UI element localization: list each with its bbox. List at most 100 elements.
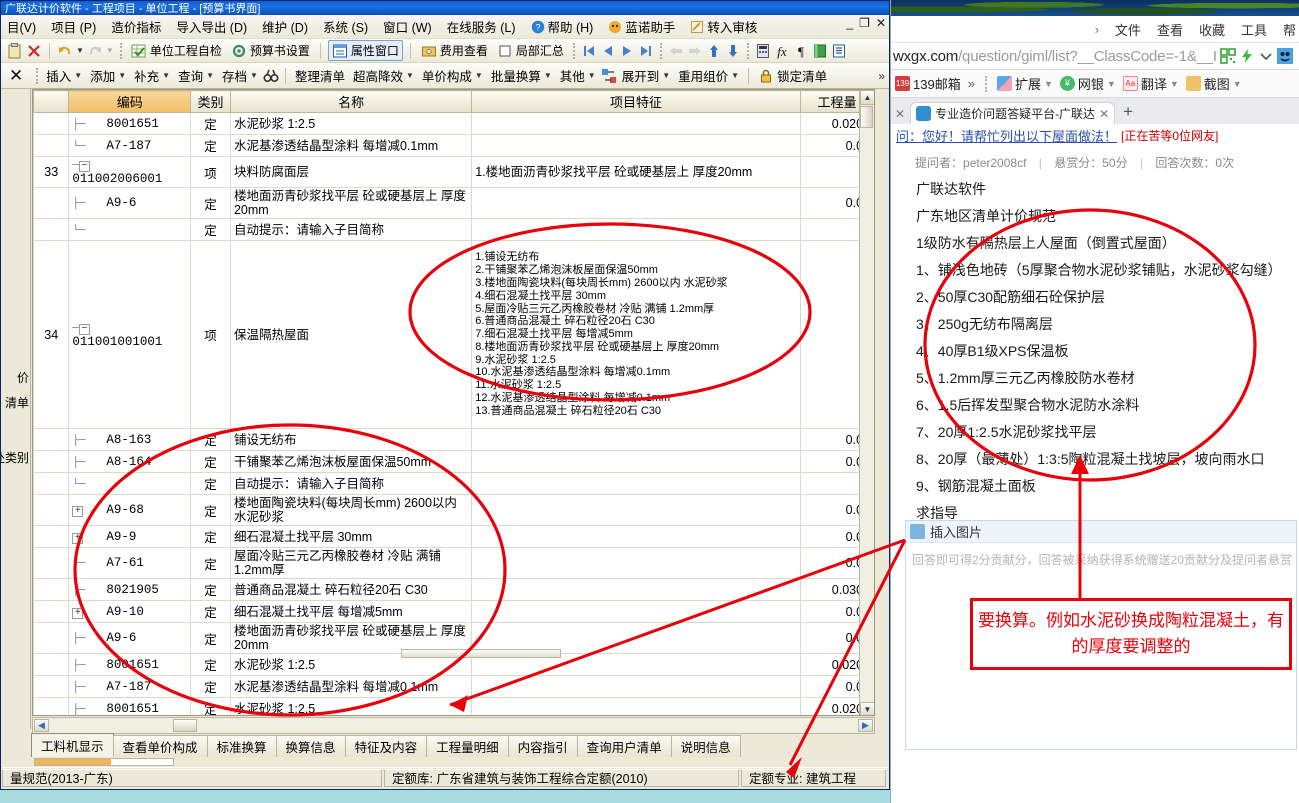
- menu-item-system[interactable]: 系统 (S): [321, 15, 370, 38]
- toolbar-archive[interactable]: 存档▼: [219, 65, 261, 86]
- sidebar-fragment-list[interactable]: 清单: [5, 394, 29, 411]
- chevron-down-icon[interactable]: ▼: [662, 71, 670, 80]
- toolbar-query[interactable]: 查询▼: [175, 65, 217, 86]
- bottom-tab[interactable]: 换算信息: [276, 735, 346, 757]
- cell-feature[interactable]: [472, 548, 801, 579]
- chevron-down-icon[interactable]: [1258, 48, 1274, 64]
- cell-feature[interactable]: [472, 579, 801, 601]
- chevron-down-icon[interactable]: ▼: [250, 71, 258, 80]
- move-left-icon[interactable]: [668, 43, 684, 59]
- cell-code[interactable]: +A9-68: [69, 495, 191, 526]
- scroll-up-icon[interactable]: ▲: [860, 90, 875, 105]
- toolbar-properties-window[interactable]: 属性窗口: [328, 40, 403, 61]
- browser-menu-tools[interactable]: 工具: [1241, 20, 1267, 39]
- insert-image-label[interactable]: 插入图片: [930, 522, 982, 541]
- bookmark-139mail[interactable]: 139 139邮箱: [895, 74, 961, 93]
- collapse-toggle-icon[interactable]: −: [79, 324, 90, 335]
- scroll-right-icon[interactable]: ▶: [858, 719, 873, 732]
- tab-close-left-icon[interactable]: ✕: [893, 107, 908, 124]
- move-up-icon[interactable]: [706, 43, 722, 59]
- table-row[interactable]: ├─8001651定水泥砂浆 1:2.50.0202: [34, 698, 874, 717]
- chevron-right-icon[interactable]: ›: [1095, 22, 1099, 37]
- menu-item-lannuo-assistant[interactable]: 蓝诺助手: [606, 15, 677, 38]
- function-icon[interactable]: fx: [774, 43, 790, 59]
- cell-name[interactable]: 屋面冷贴三元乙丙橡胶卷材 冷贴 满铺 1.2mm厚: [230, 548, 471, 579]
- first-record-icon[interactable]: [581, 43, 597, 59]
- menu-item-window[interactable]: 窗口 (W): [381, 15, 434, 38]
- menu-item-transfer-review[interactable]: 转入审核: [688, 15, 759, 38]
- report-icon[interactable]: [831, 43, 847, 59]
- book-icon[interactable]: [812, 43, 828, 59]
- bookmark-bank[interactable]: ¥ 网银 ▼: [1060, 74, 1116, 93]
- cell-code[interactable]: ├─A7-61: [69, 548, 191, 579]
- chevron-down-icon[interactable]: ▼: [118, 71, 126, 80]
- cell-name[interactable]: 水泥砂浆 1:2.5: [230, 113, 471, 135]
- bookmark-extension[interactable]: 扩展 ▼: [997, 74, 1053, 93]
- scroll-down-icon[interactable]: ▼: [860, 702, 875, 716]
- table-row[interactable]: +A9-9定细石混凝土找平层 30mm0.01: [34, 526, 874, 548]
- table-row[interactable]: 34─−011001001001项保温隔热屋面1.铺设无纺布 2.干铺聚苯乙烯泡…: [34, 241, 874, 429]
- new-tab-button[interactable]: +: [1117, 102, 1139, 124]
- cell-code[interactable]: ├─8001651: [69, 113, 191, 135]
- redo-icon[interactable]: [87, 43, 103, 59]
- menu-item-maintenance[interactable]: 维护 (D): [260, 15, 310, 38]
- table-row[interactable]: ├─A8-164定干铺聚苯乙烯泡沫板屋面保温50mm0.01: [34, 451, 874, 473]
- chevron-down-icon[interactable]: ▼: [1233, 79, 1242, 89]
- cell-name[interactable]: 水泥基渗透结晶型涂料 每增减0.1mm: [230, 135, 471, 157]
- cell-name[interactable]: 普通商品混凝土 碎石粒径20石 C30: [230, 579, 471, 601]
- toolbar-add[interactable]: 添加▼: [87, 65, 129, 86]
- expand-toggle-icon[interactable]: +: [72, 506, 83, 517]
- cell-name[interactable]: 楼地面沥青砂浆找平层 砼或硬基层上 厚度20mm: [230, 188, 471, 219]
- col-rownum[interactable]: [34, 91, 69, 113]
- undo-dropdown-icon[interactable]: ▼: [76, 46, 84, 55]
- toolbar-organize-list[interactable]: 整理清单: [292, 65, 348, 86]
- bottom-tab[interactable]: 内容指引: [508, 735, 578, 757]
- cell-feature[interactable]: [472, 698, 801, 717]
- delete-icon[interactable]: [26, 43, 42, 59]
- cell-name[interactable]: 细石混凝土找平层 每增减5mm: [230, 601, 471, 623]
- calculator-icon[interactable]: [755, 43, 771, 59]
- menu-item-cost-index[interactable]: 造价指标: [109, 15, 163, 38]
- chevron-down-icon[interactable]: ▼: [475, 71, 483, 80]
- question-title[interactable]: 问：您好！请帮忙列出以下屋面做法！: [896, 126, 1117, 145]
- grid-vertical-scrollbar[interactable]: ▲ ▼: [859, 90, 874, 716]
- col-feature[interactable]: 项目特征: [472, 91, 801, 113]
- bookmark-screenshot[interactable]: 截图 ▼: [1186, 74, 1242, 93]
- cell-code[interactable]: └─: [69, 219, 191, 241]
- scroll-thumb-h[interactable]: [173, 719, 197, 732]
- move-down-icon[interactable]: [725, 43, 741, 59]
- cell-name[interactable]: 水泥基渗透结晶型涂料 每增减0.1mm: [230, 676, 471, 698]
- cell-name[interactable]: 细石混凝土找平层 30mm: [230, 526, 471, 548]
- toolbar-local-summary[interactable]: 局部汇总: [494, 41, 567, 60]
- cell-feature[interactable]: [472, 219, 801, 241]
- cell-feature[interactable]: [472, 676, 801, 698]
- cell-name[interactable]: 保温隔热屋面: [230, 241, 471, 429]
- cell-code[interactable]: ├─A7-187: [69, 676, 191, 698]
- splitter-grip[interactable]: [401, 649, 561, 658]
- chevron-down-icon[interactable]: ▼: [206, 71, 214, 80]
- cell-feature[interactable]: [472, 113, 801, 135]
- minimize-button[interactable]: _: [846, 16, 853, 30]
- sidebar-fragment-price[interactable]: 价: [17, 369, 29, 386]
- bookmarks-overflow-icon[interactable]: »: [968, 76, 975, 91]
- cell-code[interactable]: ├─A9-6: [69, 188, 191, 219]
- cell-feature[interactable]: [472, 451, 801, 473]
- expand-toggle-icon[interactable]: +: [72, 608, 83, 619]
- cell-name[interactable]: 铺设无纺布: [230, 429, 471, 451]
- browser-address-bar[interactable]: wxgx.com/question/giml/list?__ClassCode=…: [891, 42, 1299, 70]
- table-row[interactable]: +A9-68定楼地面陶瓷块料(每块周长mm) 2600以内 水泥砂浆0.01: [34, 495, 874, 526]
- col-name[interactable]: 名称: [230, 91, 471, 113]
- cell-code[interactable]: +A9-9: [69, 526, 191, 548]
- next-record-icon[interactable]: [619, 43, 635, 59]
- table-row[interactable]: ├─8021905定普通商品混凝土 碎石粒径20石 C300.0303: [34, 579, 874, 601]
- collapse-toggle-icon[interactable]: −: [79, 161, 90, 172]
- bottom-tab[interactable]: 工料机显示: [31, 733, 114, 757]
- expand-toggle-icon[interactable]: +: [72, 533, 83, 544]
- expand-to-icon[interactable]: [601, 68, 617, 84]
- toolbar-others[interactable]: 其他▼: [557, 65, 599, 86]
- bottom-tab[interactable]: 工程量明细: [426, 735, 509, 757]
- browser-menu-view[interactable]: 查看: [1157, 20, 1183, 39]
- redo-dropdown-icon[interactable]: ▼: [106, 46, 114, 55]
- budget-grid[interactable]: 编码 类别 名称 项目特征 工程量 ├─8001651定水泥砂浆 1:2.50.…: [32, 89, 875, 716]
- bottom-tab[interactable]: 标准换算: [207, 735, 277, 757]
